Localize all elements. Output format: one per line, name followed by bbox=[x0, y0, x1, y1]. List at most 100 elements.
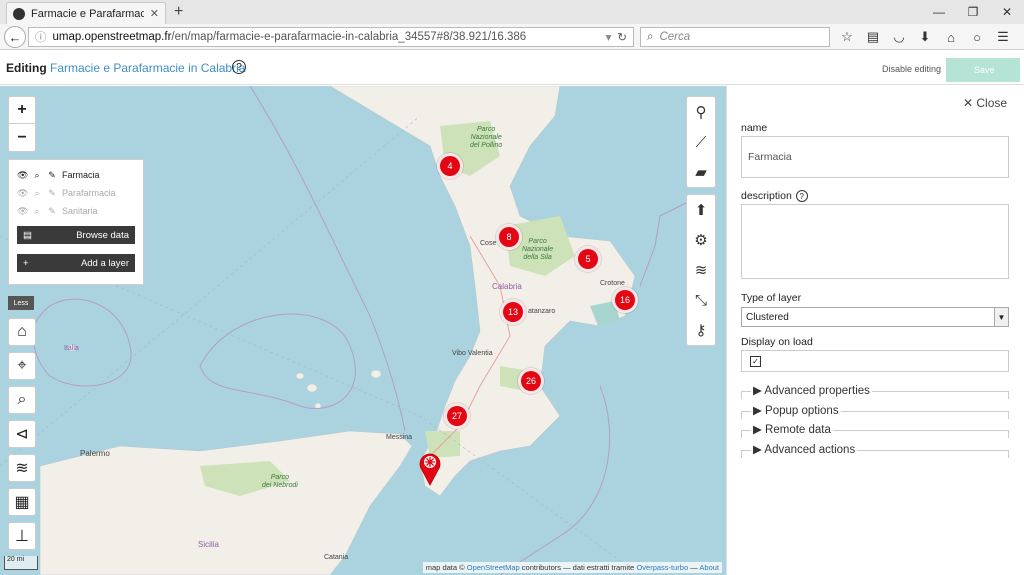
polygon-icon[interactable]: ▰ bbox=[687, 157, 715, 187]
map-label-park-pollino: Parco Nazionale del Pollino bbox=[470, 126, 503, 149]
display-on-load-label: Display on load bbox=[741, 336, 813, 348]
advanced-properties-section[interactable]: ▶ Advanced properties bbox=[741, 383, 1009, 399]
close-window-icon[interactable]: ✕ bbox=[990, 0, 1024, 24]
browse-data-button[interactable]: ▤ Browse data bbox=[17, 226, 135, 244]
eye-icon[interactable]: 👁 bbox=[17, 170, 28, 181]
chevron-down-icon: ▼ bbox=[994, 308, 1008, 326]
chat-icon[interactable]: ○ bbox=[966, 27, 988, 47]
zoom-to-layer-icon[interactable]: ⌕ bbox=[32, 188, 42, 199]
embed-icon[interactable]: ▦ bbox=[8, 488, 36, 516]
map-label-calabria: Calabria bbox=[492, 282, 522, 291]
less-button[interactable]: Less bbox=[8, 296, 34, 310]
display-on-load-checkbox[interactable]: ✓ bbox=[750, 355, 761, 367]
browser-navbar: ← ⓘ umap.openstreetmap.fr/en/map/farmaci… bbox=[0, 24, 1024, 50]
save-button[interactable]: Save bbox=[946, 58, 1020, 82]
bookmark-star-icon[interactable]: ☆ bbox=[836, 27, 858, 47]
marker-icon[interactable]: ⚲ bbox=[687, 97, 715, 127]
popup-options-section[interactable]: ▶ Popup options bbox=[741, 403, 1009, 419]
window-controls: — ❐ ✕ bbox=[922, 0, 1024, 24]
map-label-sicilia: Sicilia bbox=[198, 540, 219, 549]
plus-icon: + bbox=[23, 257, 29, 269]
draw-toolbar: ⚲ ⟋ ▰ bbox=[686, 96, 716, 188]
browser-tab[interactable]: Farmacie e Parafarmacie i... ✕ bbox=[6, 2, 166, 24]
eye-icon[interactable]: 👁 bbox=[17, 188, 28, 199]
zoom-to-layer-icon[interactable]: ⌕ bbox=[32, 170, 42, 181]
name-label: name bbox=[741, 122, 768, 134]
search-icon[interactable]: ⌕ bbox=[8, 386, 36, 414]
page-title: Editing Farmacie e Parafarmacie in Calab… bbox=[6, 61, 246, 75]
upload-icon[interactable]: ⬆ bbox=[687, 195, 715, 225]
layers-icon[interactable]: ≋ bbox=[687, 255, 715, 285]
toolbar-icons: ☆ ▤ ◡ ⬇ ⌂ ○ ☰ bbox=[836, 27, 1014, 47]
marker-cluster[interactable]: 26 bbox=[518, 368, 544, 394]
marker-cluster[interactable]: 8 bbox=[496, 224, 522, 250]
layer-name: Parafarmacia bbox=[62, 188, 116, 198]
remote-data-section[interactable]: ▶ Remote data bbox=[741, 422, 1009, 438]
map-label-palermo: Palermo bbox=[80, 449, 110, 458]
close-button[interactable]: ✕ Close bbox=[963, 96, 1007, 110]
overpass-link[interactable]: Overpass-turbo bbox=[636, 563, 688, 572]
zoom-in-button[interactable]: + bbox=[9, 97, 35, 124]
map-label-catania: Catania bbox=[324, 554, 349, 561]
dropdown-icon[interactable]: ▾ bbox=[606, 30, 612, 44]
map-label-cosenza: Cose bbox=[480, 240, 497, 247]
marker-cluster[interactable]: 16 bbox=[612, 287, 638, 313]
new-tab-icon[interactable]: + bbox=[174, 3, 183, 21]
share-icon[interactable]: ⊲ bbox=[8, 420, 36, 448]
gear-icon[interactable]: ⚙ bbox=[687, 225, 715, 255]
home-icon[interactable]: ⌂ bbox=[940, 27, 962, 47]
edit-pencil-icon[interactable]: ✎ bbox=[47, 188, 57, 199]
site-info-icon[interactable]: ⓘ bbox=[35, 29, 47, 45]
name-field[interactable]: Farmacia bbox=[741, 136, 1009, 178]
zoom-out-button[interactable]: − bbox=[9, 124, 35, 151]
map-canvas[interactable]: Parco Nazionale del Pollino Parco Nazion… bbox=[0, 86, 726, 575]
minimize-icon[interactable]: — bbox=[922, 0, 956, 24]
reload-icon[interactable]: ↻ bbox=[617, 30, 627, 44]
layer-row-sanitaria[interactable]: 👁 ⌕ ✎ Sanitaria bbox=[17, 202, 135, 220]
zoom-control: + − bbox=[8, 96, 36, 152]
download-icon[interactable]: ⬇ bbox=[914, 27, 936, 47]
pocket-icon[interactable]: ◡ bbox=[888, 27, 910, 47]
eye-icon[interactable]: 👁 bbox=[17, 206, 28, 217]
layer-name: Sanitaria bbox=[62, 206, 98, 216]
marker-cluster[interactable]: 4 bbox=[437, 153, 463, 179]
marker-cluster[interactable]: 27 bbox=[444, 403, 470, 429]
layer-row-farmacia[interactable]: 👁 ⌕ ✎ Farmacia bbox=[17, 166, 135, 184]
url-bar[interactable]: ⓘ umap.openstreetmap.fr/en/map/farmacie-… bbox=[28, 27, 634, 47]
description-field[interactable] bbox=[741, 204, 1009, 279]
edit-pencil-icon[interactable]: ✎ bbox=[47, 170, 57, 181]
close-icon: ✕ bbox=[963, 96, 977, 110]
maximize-icon[interactable]: ❐ bbox=[956, 0, 990, 24]
layers-icon[interactable]: ≋ bbox=[8, 454, 36, 482]
marker-cluster[interactable]: 5 bbox=[575, 246, 601, 272]
map-name-link[interactable]: Farmacie e Parafarmacie in Calabria bbox=[50, 61, 245, 75]
layers-panel: 👁 ⌕ ✎ Farmacia 👁 ⌕ ✎ Parafarmacia 👁 ⌕ ✎ … bbox=[8, 159, 144, 285]
measure-icon[interactable]: ⊥ bbox=[8, 522, 36, 550]
type-of-layer-select[interactable]: Clustered ▼ bbox=[741, 307, 1009, 327]
key-icon[interactable]: ⚷ bbox=[687, 315, 715, 345]
settings-toolbar: ⬆ ⚙ ≋ ⤡ ⚷ bbox=[686, 194, 716, 346]
advanced-actions-section[interactable]: ▶ Advanced actions bbox=[741, 442, 1009, 458]
zoom-to-layer-icon[interactable]: ⌕ bbox=[32, 206, 42, 217]
close-tab-icon[interactable]: ✕ bbox=[150, 7, 159, 20]
edit-pencil-icon[interactable]: ✎ bbox=[47, 206, 57, 217]
menu-icon[interactable]: ☰ bbox=[992, 27, 1014, 47]
help-icon[interactable]: ? bbox=[795, 190, 808, 203]
center-icon[interactable]: ⤡ bbox=[687, 285, 715, 315]
locate-icon[interactable]: ⌖ bbox=[8, 352, 36, 380]
display-on-load-row: ✓ bbox=[741, 350, 1009, 372]
polyline-icon[interactable]: ⟋ bbox=[687, 127, 715, 157]
osm-link[interactable]: OpenStreetMap bbox=[467, 563, 520, 572]
pharmacy-marker-icon[interactable] bbox=[418, 450, 442, 486]
reading-list-icon[interactable]: ▤ bbox=[862, 27, 884, 47]
search-input[interactable]: ⌕ Cerca bbox=[640, 27, 830, 47]
help-icon[interactable]: ? bbox=[232, 60, 246, 74]
about-link[interactable]: About bbox=[699, 563, 719, 572]
scale-bar: 20 mi bbox=[4, 556, 38, 570]
home-icon[interactable]: ⌂ bbox=[8, 318, 36, 346]
add-layer-button[interactable]: + Add a layer bbox=[17, 254, 135, 272]
disable-editing-button[interactable]: Disable editing bbox=[882, 64, 941, 74]
back-icon[interactable]: ← bbox=[4, 26, 26, 48]
marker-cluster[interactable]: 13 bbox=[500, 299, 526, 325]
layer-row-parafarmacia[interactable]: 👁 ⌕ ✎ Parafarmacia bbox=[17, 184, 135, 202]
